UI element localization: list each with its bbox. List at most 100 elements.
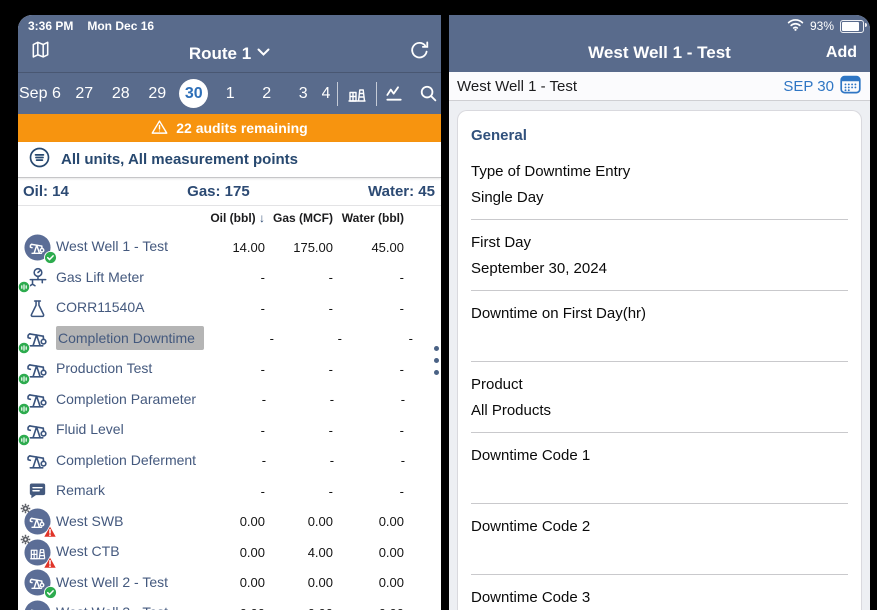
well-avatar-icon <box>18 600 56 610</box>
form-field-label: Product <box>471 376 848 393</box>
table-row[interactable]: Completion Parameter--- <box>18 385 441 416</box>
table-row[interactable]: Completion Deferment--- <box>18 446 441 477</box>
refresh-button[interactable] <box>408 39 431 67</box>
route-selector[interactable]: Route 1 <box>18 42 441 64</box>
date-picker[interactable]: SEP 30 <box>783 75 861 98</box>
row-label: West Well 2 - Test <box>56 574 168 590</box>
form-field-label: Downtime Code 3 <box>471 589 848 606</box>
table-row[interactable]: Gas Lift Meter--- <box>18 263 441 294</box>
pumpjack-icon <box>18 327 56 350</box>
column-header-gas[interactable]: Gas (MCF) <box>265 211 333 225</box>
row-label: Remark <box>56 482 105 498</box>
date-cell-prev[interactable]: Sep 26 <box>18 85 66 103</box>
water-value: 0.00 <box>333 575 404 590</box>
filter-text: All units, All measurement points <box>61 151 298 168</box>
oil-value: - <box>195 270 265 285</box>
status-bar-left: 3:36 PM Mon Dec 16 <box>18 18 441 34</box>
date-cell[interactable]: 1 <box>212 85 249 103</box>
column-header-oil[interactable]: Oil (bbl) ↓ <box>195 211 265 225</box>
water-value: - <box>342 331 413 346</box>
form-field-value <box>471 331 848 351</box>
gas-lift-meter-icon <box>18 266 56 289</box>
add-button[interactable]: Add <box>826 44 857 62</box>
oil-value: - <box>204 331 274 346</box>
form-field-value: All Products <box>471 402 848 422</box>
audits-banner[interactable]: 22 audits remaining <box>18 114 441 142</box>
well-avatar-icon <box>18 569 56 596</box>
oil-value: - <box>195 423 265 438</box>
table-row[interactable]: West CTB0.004.000.00 <box>18 537 441 568</box>
table-row[interactable]: West Well 3 - Test0.000.000.00 <box>18 598 441 610</box>
table-row[interactable]: Completion Downtime--- <box>18 324 441 355</box>
water-value: - <box>333 484 404 499</box>
chevron-down-icon <box>257 42 270 62</box>
facility-view-icon[interactable] <box>345 82 369 106</box>
gas-value: 175.00 <box>265 240 333 255</box>
water-value: 0.00 <box>333 545 404 560</box>
filter-bar[interactable]: All units, All measurement points <box>18 142 441 178</box>
row-label: West CTB <box>56 543 120 559</box>
calendar-icon <box>840 75 861 98</box>
pumpjack-icon <box>18 388 56 411</box>
total-gas: Gas: 175 <box>187 183 250 200</box>
row-label: Completion Parameter <box>56 391 196 407</box>
gas-value: 0.00 <box>265 575 333 590</box>
sync-badge <box>18 403 30 415</box>
well-avatar-icon <box>18 234 56 261</box>
status-time: 3:36 PM <box>28 19 73 33</box>
gas-value: 4.00 <box>265 545 333 560</box>
search-icon[interactable] <box>418 83 439 104</box>
table-row[interactable]: Production Test--- <box>18 354 441 385</box>
gas-value: - <box>265 301 333 316</box>
pumpjack-icon <box>18 419 56 442</box>
table-row[interactable]: West Well 1 - Test14.00175.0045.00 <box>18 232 441 263</box>
audits-banner-text: 22 audits remaining <box>176 120 307 136</box>
table-row[interactable]: Fluid Level--- <box>18 415 441 446</box>
date-cell[interactable]: 29 <box>139 85 176 103</box>
form-field-value <box>471 473 848 493</box>
form-field[interactable]: Downtime Code 3 <box>471 575 848 610</box>
wifi-icon <box>787 18 804 34</box>
row-label: West SWB <box>56 513 123 529</box>
well-avatar-icon <box>18 508 56 535</box>
date-cell-selected[interactable]: 30 <box>176 79 213 108</box>
gas-value: - <box>274 331 342 346</box>
table-row[interactable]: West SWB0.000.000.00 <box>18 507 441 538</box>
form-field[interactable]: First DaySeptember 30, 2024 <box>471 220 848 291</box>
oil-value: 0.00 <box>195 514 265 529</box>
form-field[interactable]: Downtime Code 2 <box>471 504 848 575</box>
trend-chart-icon[interactable] <box>384 83 405 104</box>
date-cell[interactable]: 2 <box>249 85 286 103</box>
date-cell[interactable]: 28 <box>103 85 140 103</box>
column-header-water[interactable]: Water (bbl) <box>333 211 404 225</box>
totals-row: Oil: 14 Gas: 175 Water: 45 <box>18 178 441 206</box>
sync-badge <box>18 281 30 293</box>
detail-pane: 93% West Well 1 - Test Add West Well 1 -… <box>449 15 870 610</box>
subheader-date: SEP 30 <box>783 78 834 95</box>
form-field[interactable]: Downtime on First Day(hr) <box>471 291 848 362</box>
ctb-avatar-icon <box>18 539 56 566</box>
form-fields: Type of Downtime EntrySingle DayFirst Da… <box>471 149 848 610</box>
row-label: Completion Downtime <box>56 326 204 350</box>
table-row[interactable]: Remark--- <box>18 476 441 507</box>
form-field[interactable]: Type of Downtime EntrySingle Day <box>471 149 848 220</box>
date-cell[interactable]: 3 <box>285 85 322 103</box>
form-field-label: Downtime Code 2 <box>471 518 848 535</box>
sync-badge <box>18 342 30 354</box>
alert-badge <box>43 556 57 569</box>
water-value: - <box>333 301 404 316</box>
form-field-value <box>471 544 848 564</box>
pumpjack-icon <box>18 449 56 472</box>
form-field[interactable]: Product All Products <box>471 362 848 433</box>
split-view-handle[interactable] <box>434 346 439 375</box>
table-row[interactable]: CORR11540A--- <box>18 293 441 324</box>
table-row[interactable]: West Well 2 - Test0.000.000.00 <box>18 568 441 599</box>
date-cell-next[interactable]: 4 <box>322 85 330 103</box>
gas-value: - <box>266 392 334 407</box>
oil-value: - <box>196 453 266 468</box>
date-cell[interactable]: 27 <box>66 85 103 103</box>
form-field[interactable]: Downtime Code 1 <box>471 433 848 504</box>
form-field-label: First Day <box>471 234 848 251</box>
battery-icon <box>840 20 864 33</box>
row-label: Completion Deferment <box>56 452 196 468</box>
